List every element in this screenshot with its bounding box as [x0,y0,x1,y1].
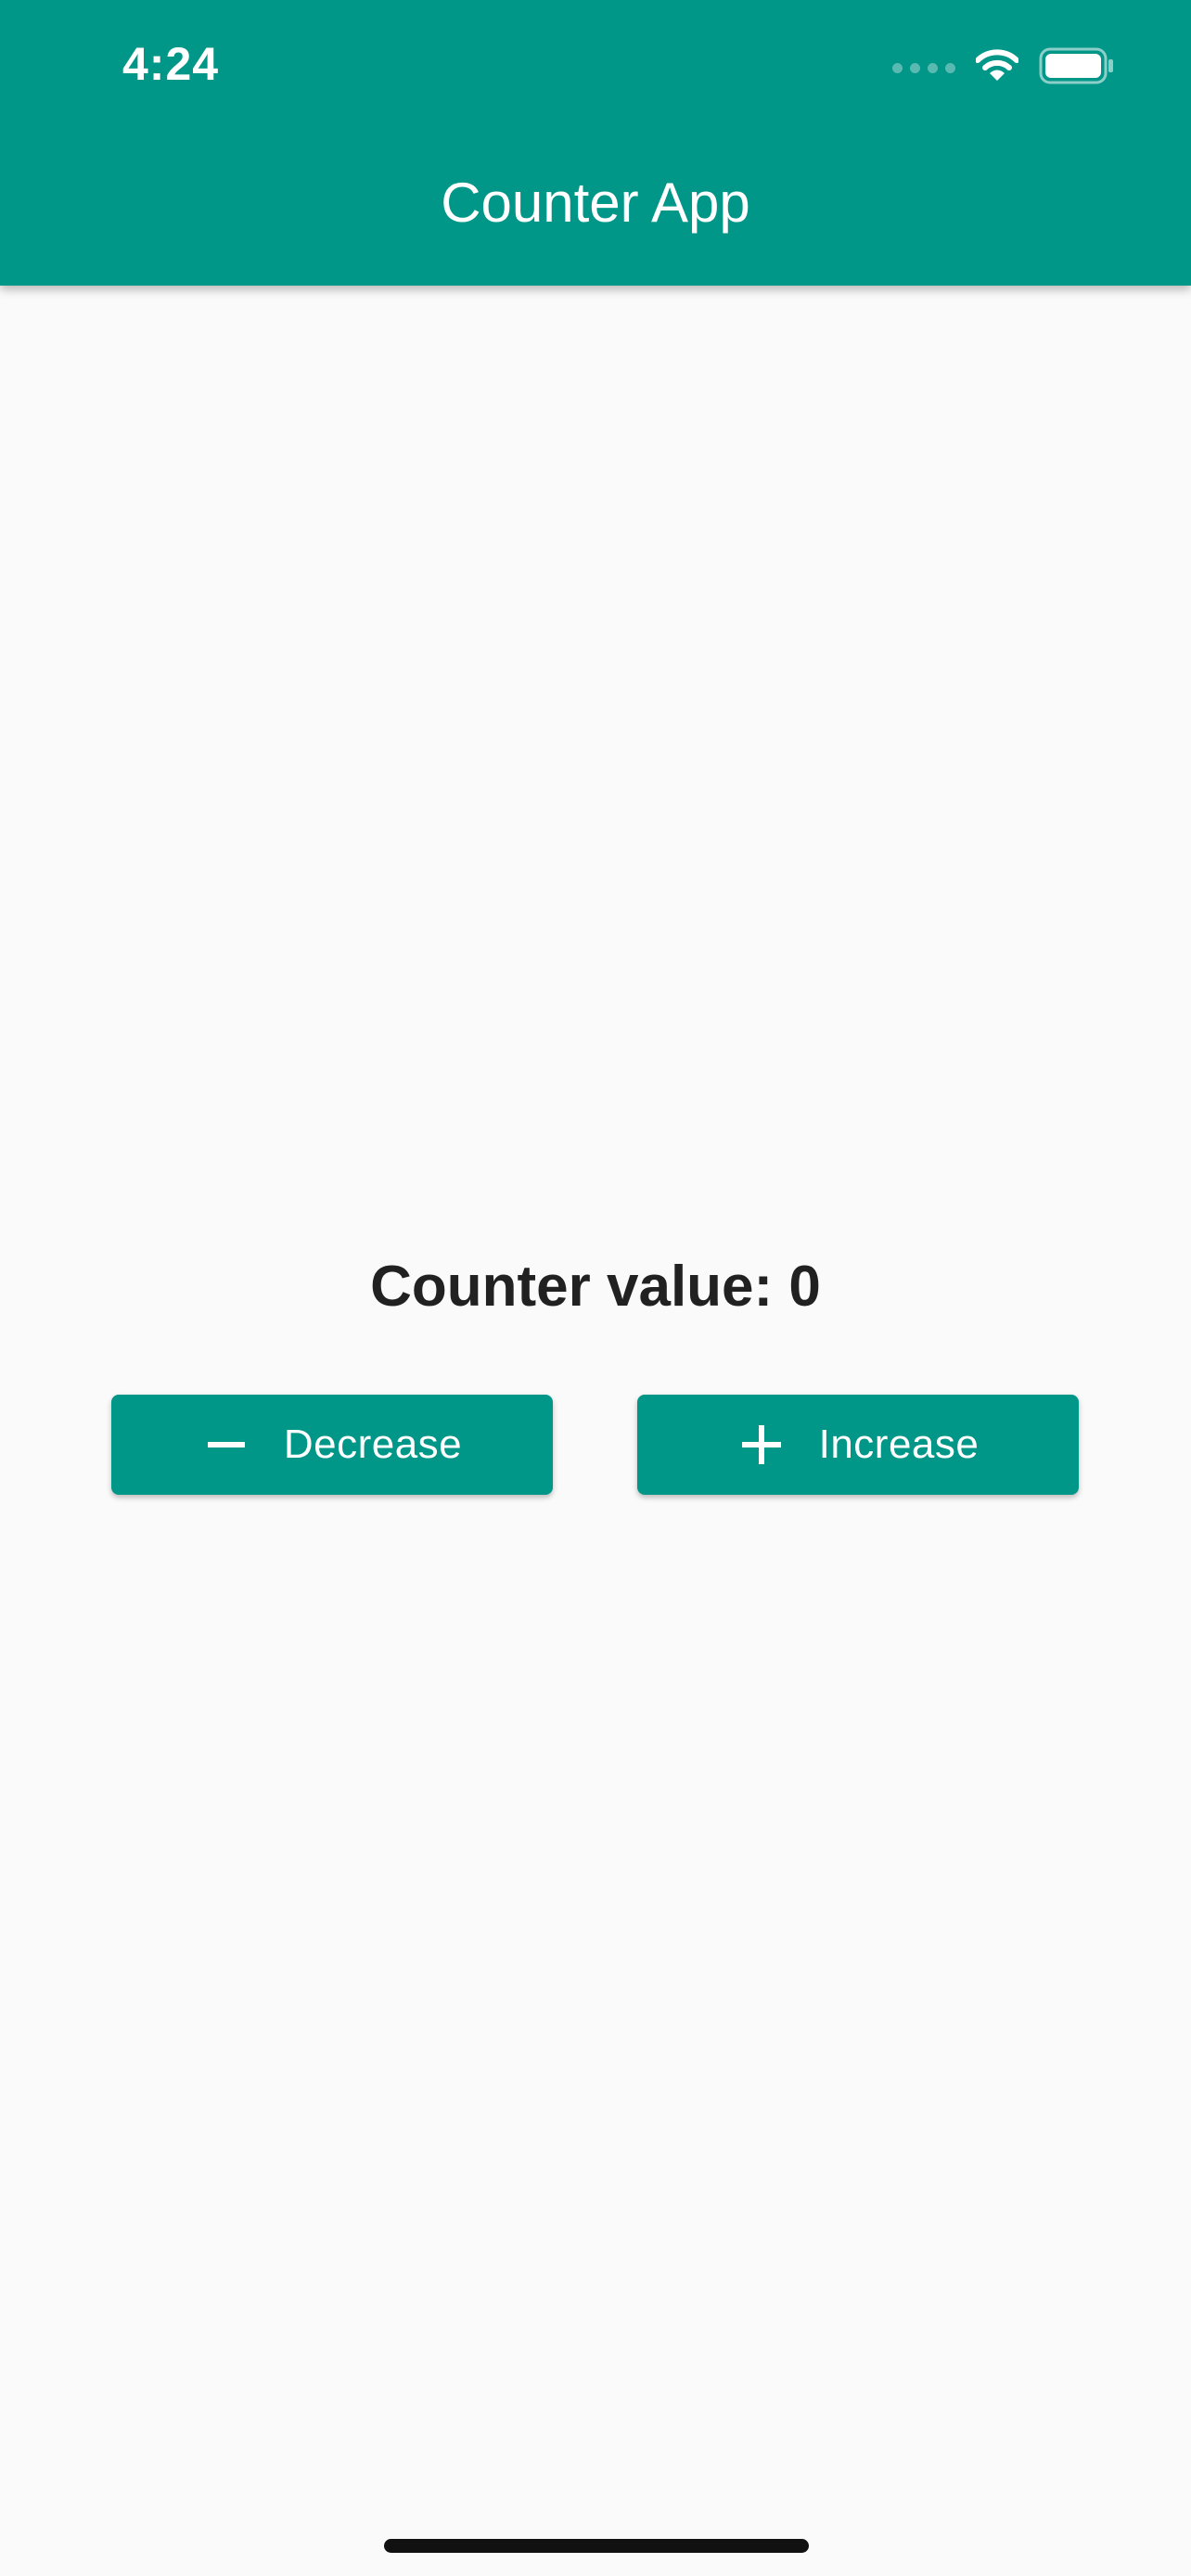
cellular-signal-icon [892,62,955,73]
status-time: 4:24 [122,38,220,90]
decrease-button-label: Decrease [283,1422,463,1467]
decrease-button[interactable]: Decrease [111,1395,553,1495]
increase-button-label: Increase [818,1422,980,1467]
app-title: Counter App [441,172,750,234]
battery-icon [1039,47,1115,89]
plus-icon [737,1421,786,1469]
wifi-icon [975,48,1019,87]
status-icons [892,46,1115,89]
minus-icon [202,1421,250,1469]
app-screen: 4:24 Counter App Counter value: 0 Decrea… [0,0,1191,2576]
counter-value-label: Counter value: 0 [370,1255,821,1319]
home-indicator[interactable] [384,2539,809,2553]
increase-button[interactable]: Increase [637,1395,1079,1495]
app-bar: 4:24 Counter App [0,0,1191,286]
